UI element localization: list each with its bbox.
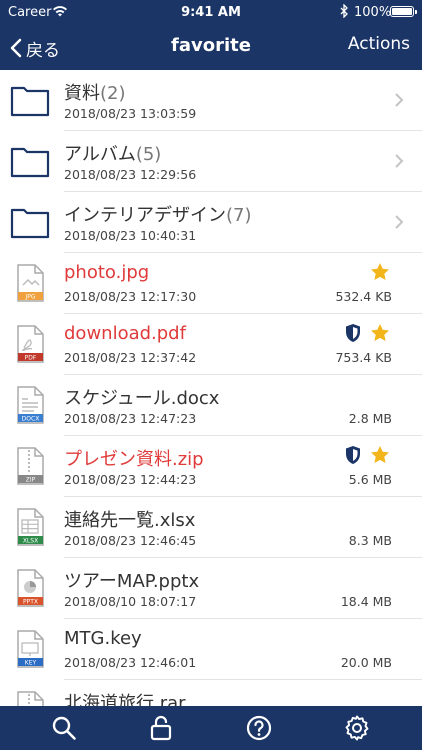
svg-text:PPTX: PPTX [23,599,38,606]
file-date: 2018/08/23 12:44:23 [64,472,197,487]
file-name: MTG.key [64,628,142,649]
pptx-file-icon: PPTX [17,569,44,607]
file-name: 連絡先一覧.xlsx [64,510,196,531]
file-row[interactable]: XLSX 連絡先一覧.xlsx 2018/08/23 12:46:45 8.3 … [0,497,422,558]
svg-text:KEY: KEY [25,660,37,667]
folder-count: (7) [226,205,252,226]
svg-text:ZIP: ZIP [26,477,36,484]
file-row[interactable]: PDF download.pdf 2018/08/23 12:37:42 753… [0,314,422,375]
help-icon[interactable] [246,715,272,741]
folder-icon [10,86,50,117]
folder-count: (2) [100,83,126,104]
file-date: 2018/08/23 12:46:45 [64,533,197,548]
svg-text:XLSX: XLSX [23,538,38,545]
settings-icon[interactable] [344,715,370,741]
shield-icon [346,324,360,342]
file-row[interactable]: RAR 北海道旅行.rar [0,680,422,706]
shield-icon [346,446,360,464]
top-bar: Career 9:41 AM 100% 戻る favorite Actions [0,0,422,70]
chevron-right-icon [395,154,404,168]
file-size: 753.4 KB [335,350,392,365]
file-size: 8.3 MB [348,533,392,548]
folder-row[interactable]: アルバム(5) 2018/08/23 12:29:56 [0,131,422,192]
file-name: ツアーMAP.pptx [64,571,200,592]
folder-name: アルバム(5) [64,144,162,165]
star-icon [371,263,389,280]
file-date: 2018/08/23 12:47:23 [64,411,197,426]
folder-name: 資料(2) [64,83,126,104]
file-date: 2018/08/10 18:07:17 [64,594,197,609]
file-row[interactable]: PPTX ツアーMAP.pptx 2018/08/10 18:07:17 18.… [0,558,422,619]
file-name: スケジュール.docx [64,388,220,409]
folder-date: 2018/08/23 10:40:31 [64,228,197,243]
key-file-icon: KEY [17,630,44,668]
battery-icon [390,6,417,17]
chevron-right-icon [395,93,404,107]
svg-text:JPG: JPG [24,294,35,301]
file-date: 2018/08/23 12:17:30 [64,289,197,304]
file-name: 北海道旅行.rar [64,693,186,706]
star-icon [371,446,389,463]
folder-date: 2018/08/23 12:29:56 [64,167,197,182]
file-date: 2018/08/23 12:46:01 [64,655,197,670]
status-bar: Career 9:41 AM 100% [0,0,422,26]
file-size: 532.4 KB [335,289,392,304]
file-badges [344,445,390,465]
svg-text:PDF: PDF [25,355,37,362]
xlsx-file-icon: XLSX [17,508,44,546]
zip-file-icon: ZIP [17,447,44,485]
file-size: 5.6 MB [348,472,392,487]
navigation-bar: 戻る favorite Actions [0,26,422,70]
folder-count: (5) [135,144,162,165]
file-badges [370,262,390,282]
file-size: 20.0 MB [340,655,392,670]
svg-text:DOCX: DOCX [22,416,40,423]
file-row[interactable]: ZIP プレゼン資料.zip 2018/08/23 12:44:23 5.6 M… [0,436,422,497]
actions-button[interactable]: Actions [348,34,410,54]
folder-name: インテリアデザイン(7) [64,205,252,226]
folder-row[interactable]: インテリアデザイン(7) 2018/08/23 10:40:31 [0,192,422,253]
tab-bar [0,706,422,750]
folder-row[interactable]: 資料(2) 2018/08/23 13:03:59 [0,70,422,131]
battery-percent: 100% [354,5,392,20]
docx-file-icon: DOCX [17,386,44,424]
folder-date: 2018/08/23 13:03:59 [64,106,197,121]
file-date: 2018/08/23 12:37:42 [64,350,197,365]
file-row[interactable]: KEY MTG.key 2018/08/23 12:46:01 20.0 MB [0,619,422,680]
file-size: 2.8 MB [348,411,392,426]
file-name: photo.jpg [64,262,150,283]
star-icon [371,324,389,341]
lock-icon[interactable] [148,715,174,741]
chevron-right-icon [395,215,404,229]
file-name: download.pdf [64,323,186,344]
file-badges [344,323,390,343]
file-row[interactable]: DOCX スケジュール.docx 2018/08/23 12:47:23 2.8… [0,375,422,436]
folder-icon [10,147,50,178]
file-name: プレゼン資料.zip [64,449,204,470]
file-row[interactable]: JPG photo.jpg 2018/08/23 12:17:30 532.4 … [0,253,422,314]
rar-file-icon: RAR [17,691,44,706]
file-list: 資料(2) 2018/08/23 13:03:59 アルバム(5) 2018/0… [0,70,422,706]
file-size: 18.4 MB [340,594,392,609]
folder-icon [10,208,50,239]
pdf-file-icon: PDF [17,325,44,363]
search-icon[interactable] [51,715,77,741]
jpg-file-icon: JPG [17,264,44,302]
bluetooth-icon [340,3,349,22]
